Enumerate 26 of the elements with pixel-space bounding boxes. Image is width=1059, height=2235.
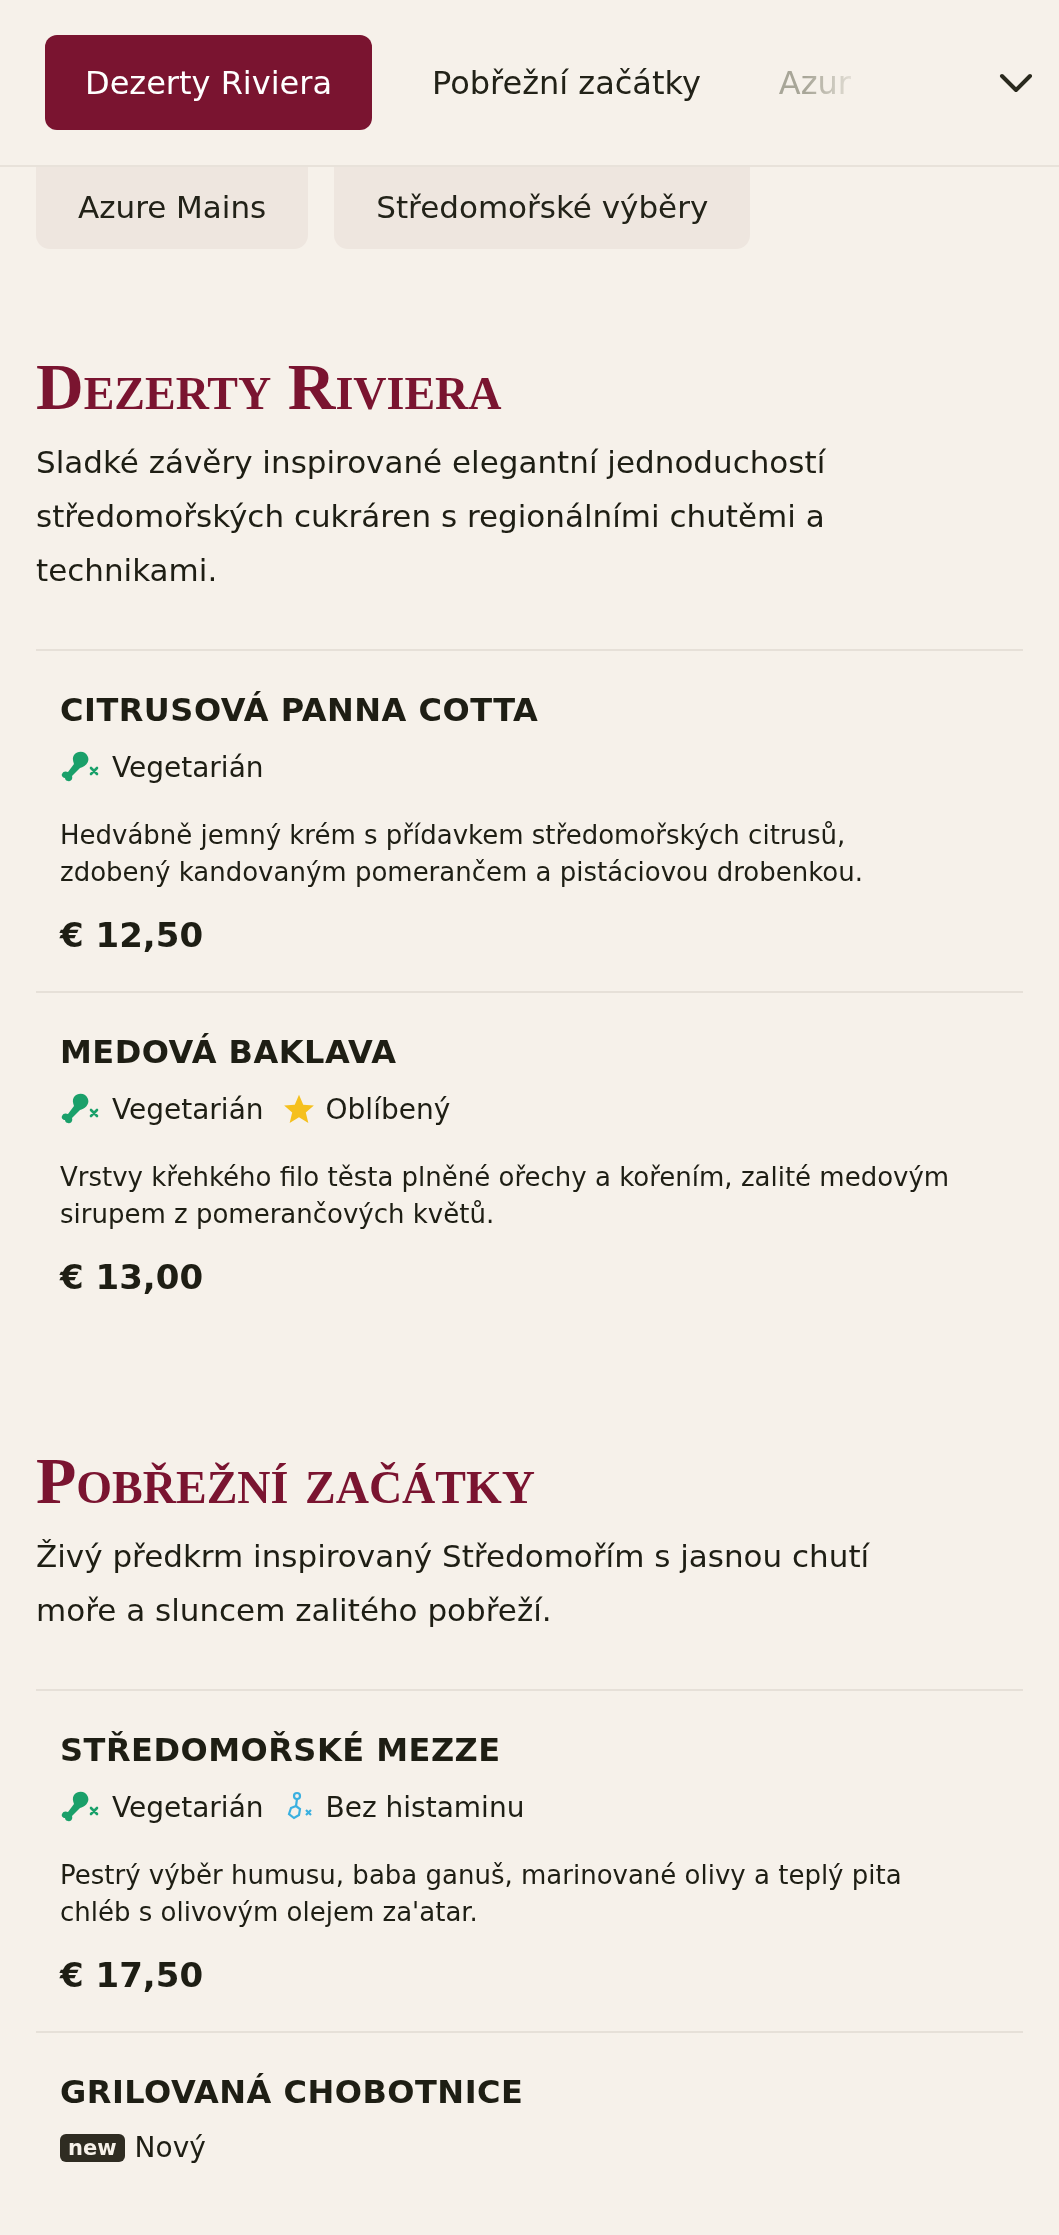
category-tab[interactable]: Pobřežní začátky [396, 35, 737, 130]
dish-description: Hedvábně jemný krém s přídavkem středomořských citrusů, zdobený kandovaným pomerančem a pistáciovou drobenkou. [60, 819, 864, 889]
new-badge: new [60, 2133, 125, 2162]
dish-name: MEDOVÁ BAKLAVA [60, 1033, 398, 1071]
price: € 17,50 [60, 1955, 205, 1995]
price: € 12,50 [60, 915, 205, 955]
category-tab[interactable]: Dezerty Riviera [45, 35, 373, 130]
section-heading: Pobřežní začátky [36, 1443, 536, 1519]
tag-label: Vegetarián [112, 1092, 264, 1126]
tag-label: Bez histaminu [325, 1790, 525, 1824]
chevron-down-icon [999, 71, 1033, 94]
price: € 13,00 [60, 1257, 205, 1297]
dish-name: GRILOVANÁ CHOBOTNICE [60, 2073, 525, 2111]
category-tab[interactable]: Středomořské výběry [334, 165, 751, 249]
tag-label: Vegetarián [112, 750, 264, 784]
tag-label: Vegetarián [112, 1790, 264, 1824]
tag-label: Nový [134, 2131, 206, 2164]
dish-name: CITRUSOVÁ PANNA COTTA [60, 691, 540, 729]
dish-description: Vrstvy křehkého filo těsta plněné ořechy a kořením, zalité medovým sirupem z pomerančových květů. [60, 1161, 951, 1231]
section-description: Živý předkrm inspirovaný Středomořím s jasnou chutí moře a sluncem zalitého pobřeží. [36, 1537, 871, 1630]
section-description: Sladké závěry inspirované elegantní jednoduchostí středomořských cukráren s regionálními chutěmi a technikami. [36, 443, 827, 590]
dish-description: Pestrý výběr humusu, baba ganuš, marinované olivy a teplý pita chléb s olivovým olejem za'atar. [60, 1859, 903, 1929]
tag-label: Oblíbený [325, 1092, 451, 1126]
category-tab[interactable]: Azure Mains [36, 165, 309, 249]
dish-name: STŘEDOMOŘSKÉ MEZZE [60, 1731, 502, 1769]
section-heading: Dezerty Riviera [36, 349, 503, 425]
